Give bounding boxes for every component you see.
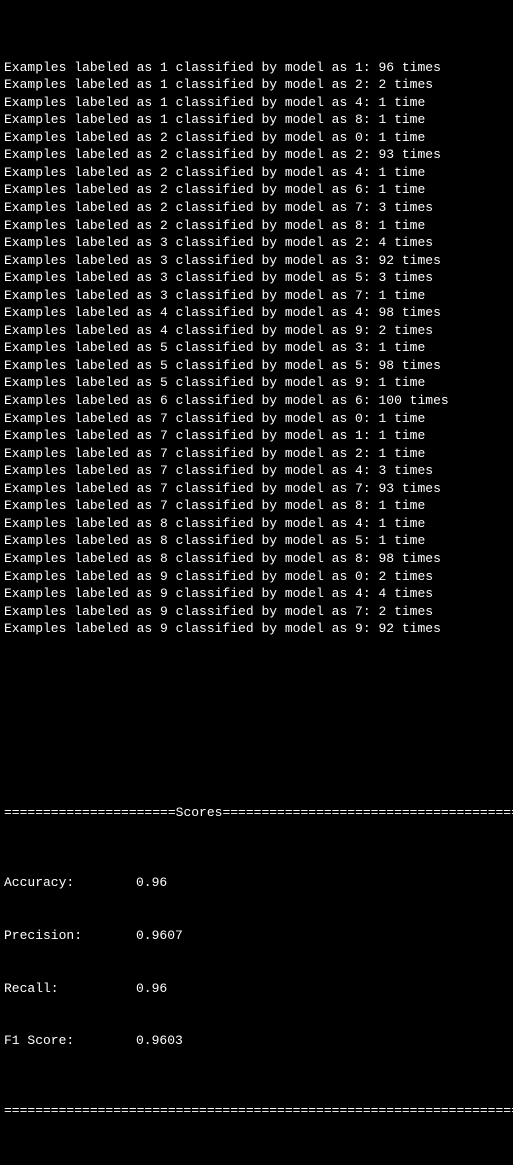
confusion-line: Examples labeled as 2 classified by mode… — [4, 129, 509, 147]
confusion-line: Examples labeled as 2 classified by mode… — [4, 164, 509, 182]
confusion-line: Examples labeled as 5 classified by mode… — [4, 357, 509, 375]
confusion-line: Examples labeled as 3 classified by mode… — [4, 252, 509, 270]
confusion-line: Examples labeled as 1 classified by mode… — [4, 59, 509, 77]
confusion-line: Examples labeled as 5 classified by mode… — [4, 374, 509, 392]
recall-value: 0.96 — [136, 980, 167, 998]
precision-value: 0.9607 — [136, 927, 183, 945]
confusion-line: Examples labeled as 2 classified by mode… — [4, 146, 509, 164]
confusion-line: Examples labeled as 7 classified by mode… — [4, 480, 509, 498]
confusion-line: Examples labeled as 7 classified by mode… — [4, 445, 509, 463]
rule-right: ========================================… — [222, 805, 513, 820]
confusion-line: Examples labeled as 7 classified by mode… — [4, 497, 509, 515]
confusion-line: Examples labeled as 9 classified by mode… — [4, 585, 509, 603]
confusion-line: Examples labeled as 8 classified by mode… — [4, 532, 509, 550]
confusion-line: Examples labeled as 5 classified by mode… — [4, 339, 509, 357]
confusion-line: Examples labeled as 1 classified by mode… — [4, 94, 509, 112]
score-row-accuracy: Accuracy: 0.96 — [4, 874, 509, 892]
confusion-line: Examples labeled as 4 classified by mode… — [4, 322, 509, 340]
confusion-line: Examples labeled as 9 classified by mode… — [4, 603, 509, 621]
confusion-line: Examples labeled as 3 classified by mode… — [4, 234, 509, 252]
confusion-line: Examples labeled as 7 classified by mode… — [4, 410, 509, 428]
confusion-line: Examples labeled as 3 classified by mode… — [4, 269, 509, 287]
confusion-line: Examples labeled as 1 classified by mode… — [4, 111, 509, 129]
accuracy-value: 0.96 — [136, 874, 167, 892]
confusion-line: Examples labeled as 1 classified by mode… — [4, 76, 509, 94]
scores-bottom-rule: ========================================… — [4, 1102, 509, 1120]
score-row-recall: Recall: 0.96 — [4, 980, 509, 998]
confusion-line: Examples labeled as 2 classified by mode… — [4, 217, 509, 235]
confusion-lines: Examples labeled as 1 classified by mode… — [4, 59, 509, 638]
rule-left: ====================== — [4, 805, 176, 820]
score-row-f1: F1 Score: 0.9603 — [4, 1032, 509, 1050]
f1-label: F1 Score: — [4, 1032, 136, 1050]
score-row-precision: Precision: 0.9607 — [4, 927, 509, 945]
confusion-line: Examples labeled as 3 classified by mode… — [4, 287, 509, 305]
confusion-line: Examples labeled as 8 classified by mode… — [4, 550, 509, 568]
confusion-line: Examples labeled as 7 classified by mode… — [4, 462, 509, 480]
confusion-line: Examples labeled as 9 classified by mode… — [4, 568, 509, 586]
recall-label: Recall: — [4, 980, 136, 998]
precision-label: Precision: — [4, 927, 136, 945]
confusion-line: Examples labeled as 7 classified by mode… — [4, 427, 509, 445]
accuracy-label: Accuracy: — [4, 874, 136, 892]
confusion-line: Examples labeled as 9 classified by mode… — [4, 620, 509, 638]
f1-value: 0.9603 — [136, 1032, 183, 1050]
confusion-line: Examples labeled as 6 classified by mode… — [4, 392, 509, 410]
blank-line — [4, 738, 509, 751]
scores-top-rule: ======================Scores============… — [4, 804, 509, 822]
confusion-line: Examples labeled as 8 classified by mode… — [4, 515, 509, 533]
confusion-line: Examples labeled as 2 classified by mode… — [4, 199, 509, 217]
confusion-line: Examples labeled as 4 classified by mode… — [4, 304, 509, 322]
terminal-output: Examples labeled as 1 classified by mode… — [0, 0, 513, 1165]
confusion-line: Examples labeled as 2 classified by mode… — [4, 181, 509, 199]
blank-line — [4, 690, 509, 703]
scores-header: Scores — [176, 805, 223, 820]
